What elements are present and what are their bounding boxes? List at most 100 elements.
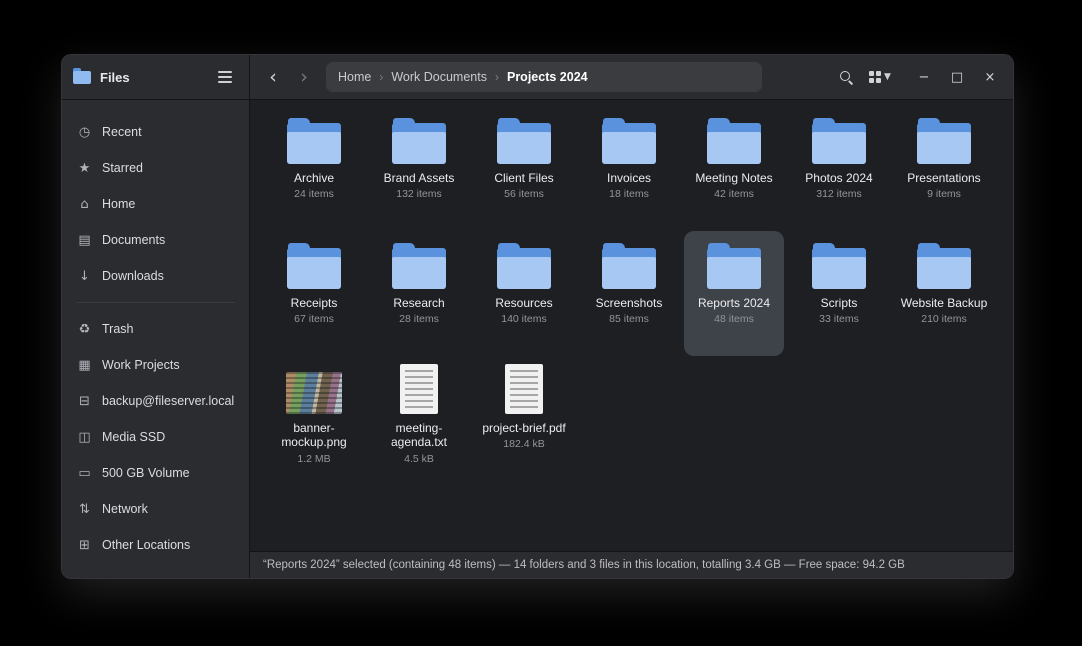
- sidebar-item-label: Media SSD: [102, 430, 165, 444]
- folder-icon: [392, 114, 446, 164]
- document-thumbnail: [505, 364, 543, 414]
- sidebar-item-label: Trash: [102, 322, 134, 336]
- folder-icon: [707, 114, 761, 164]
- file-name: Scripts: [821, 296, 858, 310]
- forward-button[interactable]: ›: [291, 64, 317, 90]
- sidebar-toggle-button[interactable]: [212, 64, 238, 90]
- headerbar-sidebar-section: Files: [62, 55, 250, 99]
- file-name: Receipts: [291, 296, 338, 310]
- chevron-down-icon: ▼: [884, 72, 891, 82]
- grid-item-project-brief-pdf[interactable]: project-brief.pdf182.4 kB: [474, 356, 574, 481]
- folder-icon: [287, 114, 341, 164]
- network-icon: ⇅: [76, 502, 93, 517]
- sidebar-item-media-ssd[interactable]: ◫ Media SSD: [68, 419, 243, 455]
- sidebar-item-home[interactable]: ⌂Home: [68, 186, 243, 222]
- grid-item-website-backup[interactable]: Website Backup210 items: [894, 231, 994, 356]
- file-caption: 1.2 MB: [297, 453, 330, 466]
- grid-item-screenshots[interactable]: Screenshots85 items: [579, 231, 679, 356]
- sidebar-item-trash[interactable]: ♻ Trash: [68, 311, 243, 347]
- grid-item-photos-2024[interactable]: Photos 2024312 items: [789, 106, 889, 231]
- search-button[interactable]: [833, 64, 859, 90]
- sidebar-item-network[interactable]: ⇅ Network: [68, 491, 243, 527]
- file-caption: 9 items: [927, 188, 961, 201]
- file-name: banner-mockup.png: [269, 421, 359, 450]
- file-caption: 42 items: [714, 188, 754, 201]
- grid-item-meeting-notes[interactable]: Meeting Notes42 items: [684, 106, 784, 231]
- star-icon: ★: [76, 161, 93, 176]
- file-caption: 210 items: [921, 313, 967, 326]
- folder-icon: [497, 114, 551, 164]
- folder-icon: [392, 239, 446, 289]
- sidebar-item-backup-fileserver-local[interactable]: ⊟ backup@fileserver.local: [68, 383, 243, 419]
- folder-front: [602, 257, 656, 289]
- sidebar-item-label: Work Projects: [102, 358, 180, 372]
- sidebar-separator: [76, 302, 235, 303]
- folder-icon-shape: [497, 248, 551, 289]
- headerbar-actions: ▼ − □ ×: [833, 64, 1003, 90]
- grid-item-archive[interactable]: Archive 24 items: [264, 106, 364, 231]
- drive-icon: ◫: [76, 430, 93, 445]
- grid-item-research[interactable]: Research28 items: [369, 231, 469, 356]
- sidebar-item-recent[interactable]: ◷Recent: [68, 114, 243, 150]
- view-toggle-button[interactable]: ▼: [867, 64, 893, 90]
- remote-drive-icon: ⊟: [76, 394, 93, 409]
- folder-icon-shape: [812, 248, 866, 289]
- sidebar-item-label: Network: [102, 502, 148, 516]
- breadcrumb-segment-home[interactable]: Home: [338, 70, 371, 84]
- folder-front: [392, 257, 446, 289]
- folder-front: [707, 257, 761, 289]
- back-button[interactable]: ‹: [260, 64, 286, 90]
- file-caption: 24 items: [294, 188, 334, 201]
- grid-item-brand-assets[interactable]: Brand Assets132 items: [369, 106, 469, 231]
- file-caption: 4.5 kB: [404, 453, 434, 466]
- sidebar-item-500-gb-volume[interactable]: ▭500 GB Volume: [68, 455, 243, 491]
- grid-item-client-files[interactable]: Client Files56 items: [474, 106, 574, 231]
- grid-item-resources[interactable]: Resources140 items: [474, 231, 574, 356]
- grid-item-banner-mockup-png[interactable]: banner-mockup.png 1.2 MB: [264, 356, 364, 481]
- folder-icon: [602, 114, 656, 164]
- file-name: Archive: [294, 171, 334, 185]
- document-icon: ▤: [76, 233, 93, 248]
- grid-item-scripts[interactable]: Scripts 33 items: [789, 231, 889, 356]
- file-grid: Archive 24 items Brand Assets132 itemsClie…: [250, 100, 1013, 551]
- home-icon: ⌂: [76, 197, 93, 212]
- folder-front: [392, 132, 446, 164]
- sidebar-item-starred[interactable]: ★ Starred: [68, 150, 243, 186]
- minimize-button[interactable]: −: [911, 64, 937, 90]
- folder-icon-shape: [707, 248, 761, 289]
- grid-item-receipts[interactable]: Receipts67 items: [264, 231, 364, 356]
- folder-icon-shape: [707, 123, 761, 164]
- sidebar-item-downloads[interactable]: ↓Downloads: [68, 258, 243, 294]
- grid-item-invoices[interactable]: Invoices18 items: [579, 106, 679, 231]
- sidebar-item-documents[interactable]: ▤Documents: [68, 222, 243, 258]
- maximize-button[interactable]: □: [944, 64, 970, 90]
- close-button[interactable]: ×: [977, 64, 1003, 90]
- folder-icon-shape: [287, 248, 341, 289]
- grid-item-meeting-agenda-txt[interactable]: meeting-agenda.txt4.5 kB: [369, 356, 469, 481]
- folder-icon: [812, 239, 866, 289]
- file-caption: 312 items: [816, 188, 862, 201]
- folder-icon: [917, 239, 971, 289]
- folder-icon: [287, 239, 341, 289]
- folder-icon-shape: [287, 123, 341, 164]
- breadcrumb-separator: ›: [379, 70, 383, 84]
- sidebar-item-label: backup@fileserver.local: [102, 394, 234, 408]
- grid-item-reports-2024[interactable]: Reports 202448 items: [684, 231, 784, 356]
- folder-front: [497, 257, 551, 289]
- sidebar-item-other-locations[interactable]: ⊞Other Locations: [68, 527, 243, 563]
- breadcrumb[interactable]: Home›Work Documents›Projects 2024: [326, 62, 762, 92]
- file-caption: 33 items: [819, 313, 859, 326]
- content-area: Archive 24 items Brand Assets132 itemsClie…: [250, 100, 1013, 578]
- file-name: Reports 2024: [698, 296, 770, 310]
- window-body: ◷Recent ★ Starred ⌂Home▤Documents↓Downloads…: [62, 100, 1013, 578]
- file-name: Invoices: [607, 171, 651, 185]
- folder-icon-shape: [497, 123, 551, 164]
- sidebar-item-work-projects[interactable]: ▦Work Projects: [68, 347, 243, 383]
- grid-item-presentations[interactable]: Presentations9 items: [894, 106, 994, 231]
- trash-icon: ♻: [76, 322, 93, 337]
- breadcrumb-segment-projects-2024[interactable]: Projects 2024: [507, 70, 588, 84]
- breadcrumb-segment-work-documents[interactable]: Work Documents: [391, 70, 487, 84]
- sidebar-item-label: Starred: [102, 161, 143, 175]
- document-thumbnail: [400, 364, 438, 414]
- folder-front: [917, 132, 971, 164]
